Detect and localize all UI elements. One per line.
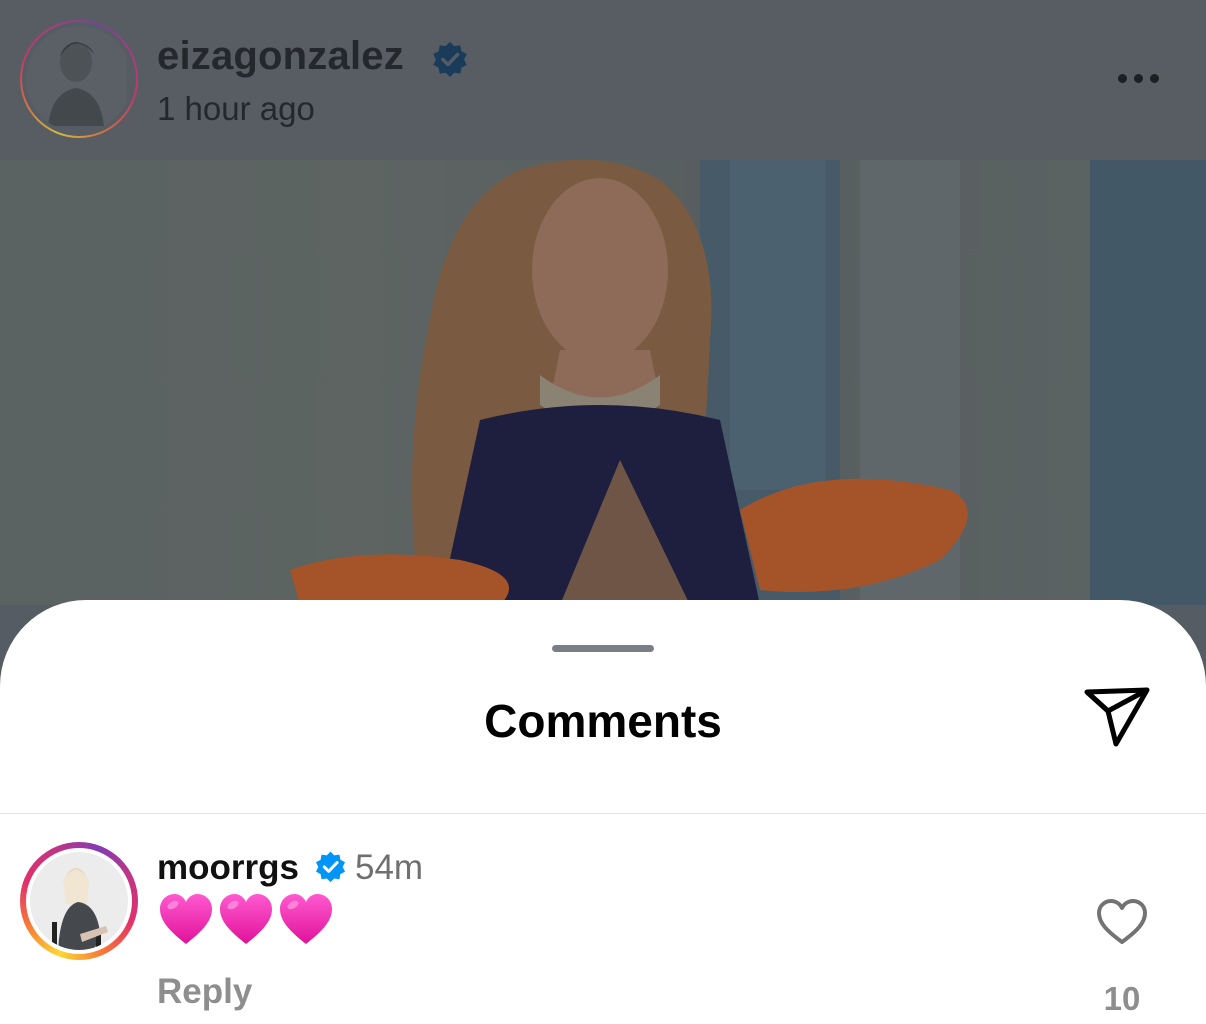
more-options-icon[interactable] [1108, 60, 1168, 96]
verified-badge-icon [315, 851, 346, 883]
post-author-username[interactable]: eizagonzalez [157, 34, 404, 79]
avatar-photo-icon [30, 852, 128, 950]
paper-plane-icon[interactable] [1082, 685, 1152, 749]
comments-sheet: Comments [0, 600, 1206, 1024]
avatar-image [26, 848, 132, 954]
avatar-photo-icon [26, 26, 126, 126]
sheet-drag-handle[interactable] [552, 645, 654, 652]
post-timestamp: 1 hour ago [157, 90, 315, 127]
more-dot [1117, 73, 1127, 83]
post-photo [290, 160, 1206, 605]
commenter-username[interactable]: moorrgs [157, 848, 299, 888]
comment-time: 54m [355, 848, 424, 887]
post-author-avatar[interactable] [20, 20, 138, 138]
verified-badge-icon [433, 41, 467, 78]
pink-heart-emoji-icon [160, 894, 212, 944]
avatar-image [22, 22, 136, 136]
like-count: 10 [1103, 980, 1141, 1017]
commenter-avatar[interactable] [20, 842, 138, 960]
divider [0, 813, 1206, 814]
pink-heart-emoji-icon [220, 894, 272, 944]
heart-outline-icon[interactable] [1096, 898, 1148, 946]
post-header: eizagonzalez 1 hour ago [0, 0, 1206, 160]
post-image[interactable] [0, 160, 1206, 605]
reply-button[interactable]: Reply [157, 972, 252, 1012]
more-dot [1149, 73, 1159, 83]
more-dot [1133, 73, 1143, 83]
pink-heart-emoji-icon [280, 894, 332, 944]
comment-text [158, 892, 334, 954]
sheet-title: Comments [484, 695, 722, 747]
